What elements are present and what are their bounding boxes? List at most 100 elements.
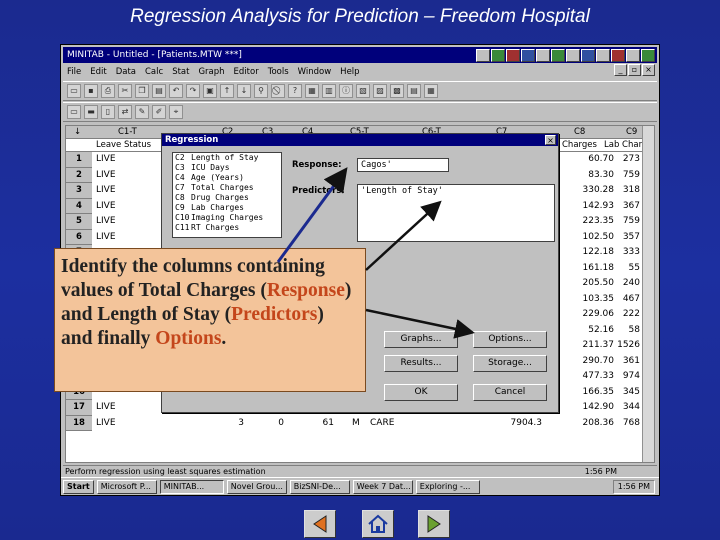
table-cell[interactable]: 142.93: [562, 199, 615, 215]
session-icon[interactable]: [521, 48, 535, 62]
variable-list-item[interactable]: C3 ICU Days: [173, 163, 281, 173]
menu-window[interactable]: Window: [298, 67, 332, 77]
help-icon[interactable]: [611, 48, 625, 62]
table-cell[interactable]: 330.28: [562, 183, 615, 199]
insert-cells-icon[interactable]: ▭: [67, 105, 81, 119]
table-cell[interactable]: 60.70: [562, 152, 614, 168]
brush-icon[interactable]: ✎: [135, 105, 149, 119]
last-dialog-icon[interactable]: ▣: [203, 84, 217, 98]
column-name[interactable]: Charges: [562, 140, 597, 150]
table-cell[interactable]: 974: [614, 369, 640, 385]
table-cell[interactable]: 208.36: [562, 416, 615, 432]
variable-list-item[interactable]: C7 Total Charges: [173, 183, 281, 193]
close-icon[interactable]: ×: [642, 64, 655, 76]
table-cell[interactable]: 357: [614, 230, 640, 246]
menu-calc[interactable]: Calc: [145, 67, 163, 77]
report-icon[interactable]: [581, 48, 595, 62]
row-number[interactable]: 2: [66, 167, 92, 183]
table-cell[interactable]: 61: [294, 416, 334, 432]
variable-list[interactable]: C2 Length of Stay C3 ICU Days C4 Age (Years) C…: [172, 152, 282, 238]
table-cell[interactable]: 477.33: [562, 369, 615, 385]
table-cell[interactable]: 367: [614, 199, 640, 215]
edit-icon[interactable]: ✐: [152, 105, 166, 119]
table-cell[interactable]: 223.35: [562, 214, 615, 230]
graph-folder-icon[interactable]: [566, 48, 580, 62]
find-icon[interactable]: ⚲: [254, 84, 268, 98]
column-name[interactable]: Leave Status: [96, 140, 151, 150]
chart-icon[interactable]: [506, 48, 520, 62]
window-icon[interactable]: [476, 48, 490, 62]
menu-graph[interactable]: Graph: [198, 67, 224, 77]
row-number[interactable]: 5: [66, 214, 92, 230]
table-cell[interactable]: LIVE: [96, 168, 156, 184]
table-cell[interactable]: 83.30: [562, 168, 614, 184]
table-cell[interactable]: LIVE: [96, 230, 156, 246]
response-field[interactable]: Cagos': [357, 158, 449, 172]
table-cell[interactable]: 361: [614, 354, 640, 370]
task-minitab[interactable]: MINITAB...: [159, 479, 224, 494]
task-week7[interactable]: Week 7 Dat...: [352, 479, 413, 494]
paste-icon[interactable]: ▤: [152, 84, 166, 98]
move-columns-icon[interactable]: ⇄: [118, 105, 132, 119]
table-cell[interactable]: 345: [614, 385, 640, 401]
cut-icon[interactable]: ✂: [118, 84, 132, 98]
task-bizsni[interactable]: BizSNI-De...: [289, 479, 350, 494]
variable-list-item[interactable]: C4 Age (Years): [173, 173, 281, 183]
table-cell[interactable]: 161.18: [562, 261, 615, 277]
table-cell[interactable]: CARE: [370, 416, 430, 432]
redo-icon[interactable]: ↷: [186, 84, 200, 98]
menu-tools[interactable]: Tools: [268, 67, 289, 77]
menu-edit[interactable]: Edit: [90, 67, 106, 77]
table-cell[interactable]: 759: [614, 168, 640, 184]
column-header[interactable]: C8: [574, 127, 585, 137]
table-cell[interactable]: 1526: [614, 338, 640, 354]
table-cell[interactable]: LIVE: [96, 183, 156, 199]
table-cell[interactable]: M: [352, 416, 368, 432]
undo-icon[interactable]: ↶: [169, 84, 183, 98]
vertical-scrollbar[interactable]: [642, 126, 654, 462]
variable-list-item[interactable]: C11 RT Charges: [173, 223, 281, 233]
menu-stat[interactable]: Stat: [172, 67, 189, 77]
next-slide-button[interactable]: [418, 510, 450, 538]
table-cell[interactable]: 58: [614, 323, 640, 339]
home-slide-button[interactable]: [362, 510, 394, 538]
table-cell[interactable]: 333: [614, 245, 640, 261]
table-cell[interactable]: 222: [614, 307, 640, 323]
variable-list-item[interactable]: C9 Lab Charges: [173, 203, 281, 213]
row-number[interactable]: 6: [66, 229, 92, 245]
table-cell[interactable]: LIVE: [96, 199, 156, 215]
worksheet-icon[interactable]: [491, 48, 505, 62]
close-icon[interactable]: ×: [545, 135, 556, 145]
open-icon[interactable]: ▭: [67, 84, 81, 98]
up-icon[interactable]: ↑: [220, 84, 234, 98]
help-icon[interactable]: ?: [288, 84, 302, 98]
task-exploring[interactable]: Exploring -...: [415, 479, 480, 494]
copy-icon[interactable]: ❐: [135, 84, 149, 98]
tile-icon[interactable]: [626, 48, 640, 62]
tile-windows-icon[interactable]: ▦: [424, 84, 438, 98]
table-cell[interactable]: 759: [614, 214, 640, 230]
project-icon[interactable]: [596, 48, 610, 62]
menu-data[interactable]: Data: [116, 67, 136, 77]
graph-window-icon[interactable]: ▨: [373, 84, 387, 98]
close-all-icon[interactable]: [641, 48, 655, 62]
column-header[interactable]: C1-T: [118, 127, 137, 137]
history-window-icon[interactable]: ▧: [356, 84, 370, 98]
column-header[interactable]: C9: [626, 127, 637, 137]
table-cell[interactable]: 102.50: [562, 230, 615, 246]
table-cell[interactable]: 290.70: [562, 354, 615, 370]
table-cell[interactable]: 55: [614, 261, 640, 277]
results-button[interactable]: Results...: [384, 355, 458, 372]
table-cell[interactable]: 467: [614, 292, 640, 308]
graphs-button[interactable]: Graphs...: [384, 331, 458, 348]
task-powerpoint[interactable]: Microsoft P...: [96, 479, 157, 494]
predictors-field[interactable]: 'Length of Stay': [357, 184, 555, 242]
table-cell[interactable]: 3: [216, 416, 244, 432]
table-cell[interactable]: LIVE: [96, 416, 156, 432]
row-number[interactable]: 18: [66, 415, 92, 431]
save-icon[interactable]: ▪: [84, 84, 98, 98]
cancel-icon[interactable]: ⃠: [271, 84, 285, 98]
cancel-button[interactable]: Cancel: [473, 384, 547, 401]
menu-help[interactable]: Help: [340, 67, 359, 77]
task-novell[interactable]: Novel Grou...: [226, 479, 287, 494]
